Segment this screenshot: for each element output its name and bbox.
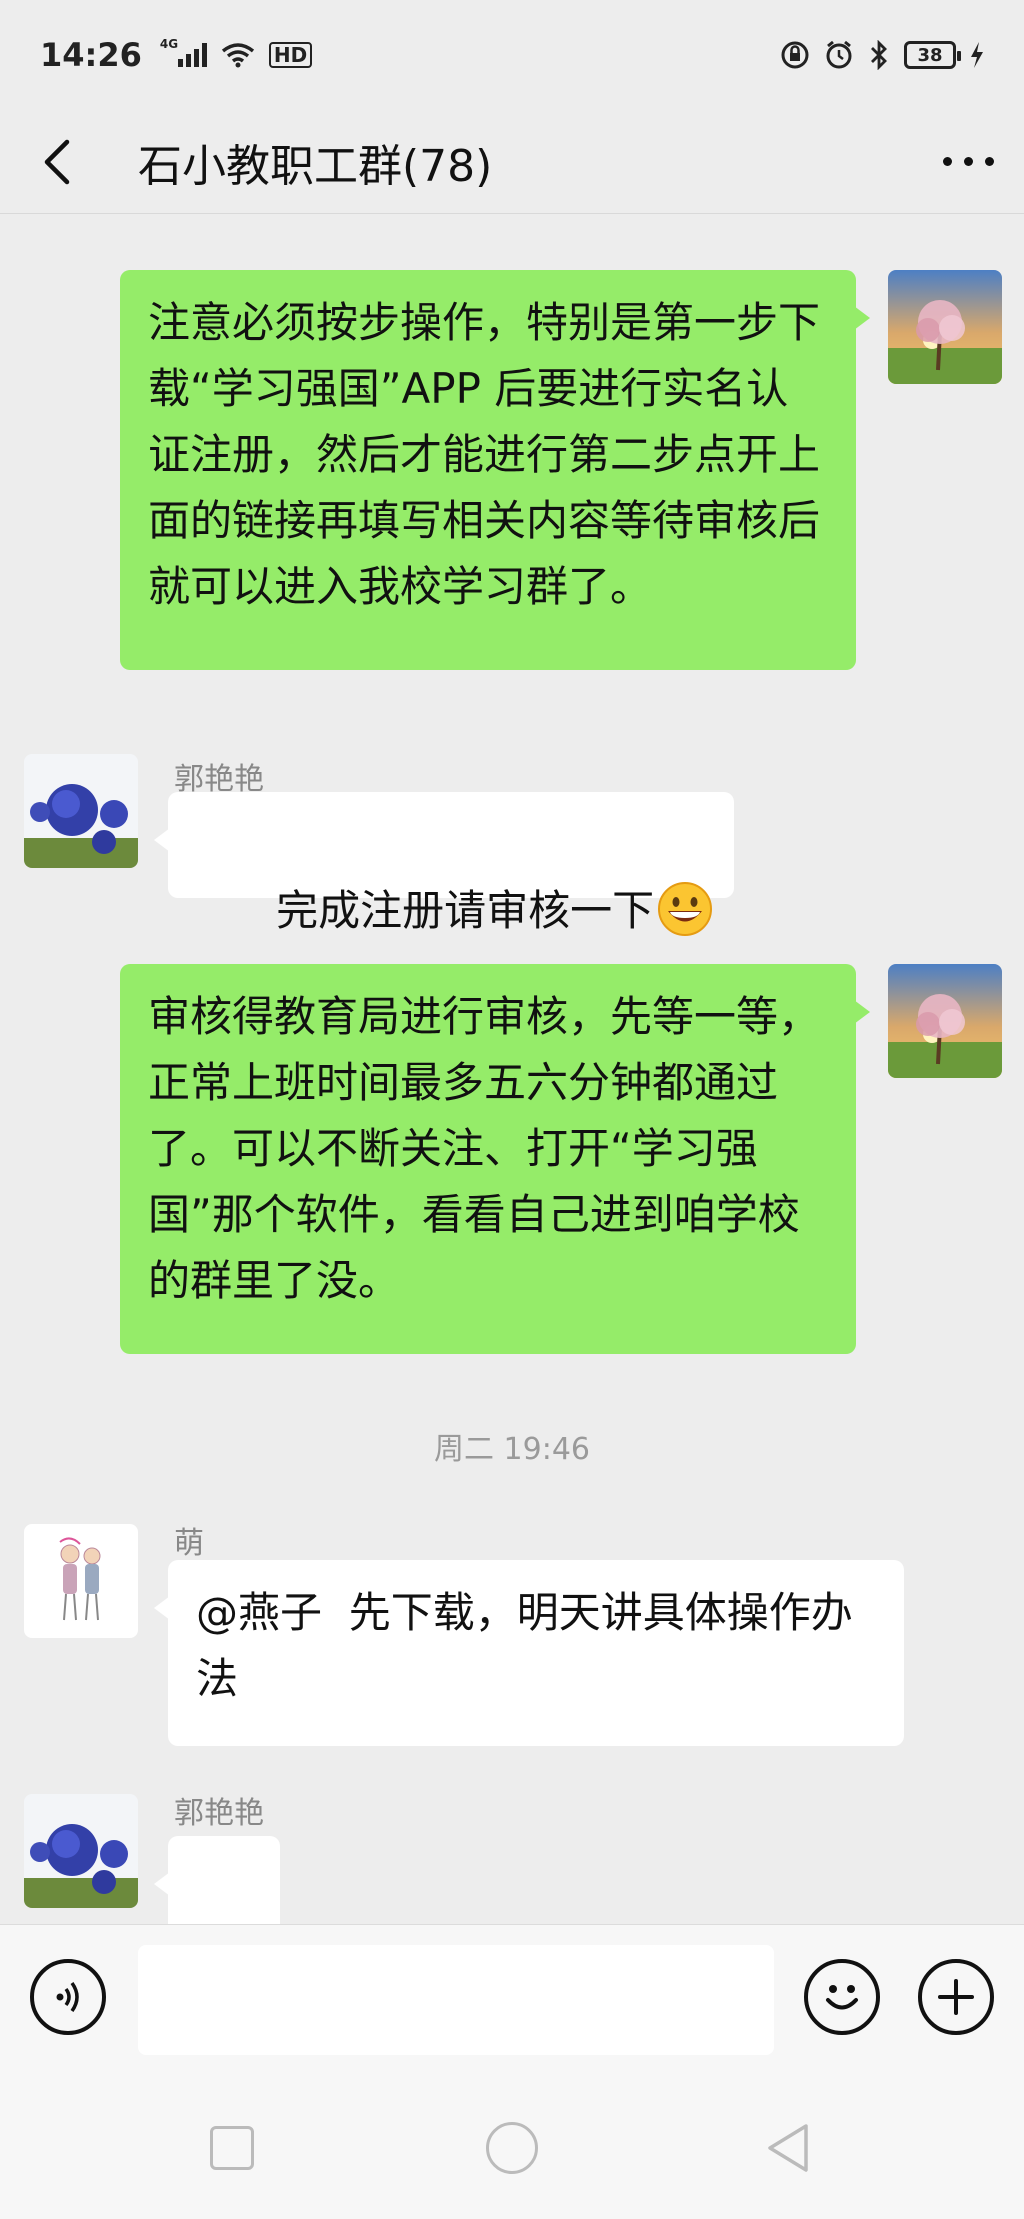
message-outgoing: 注意必须按步操作，特别是第一步下载“学习强国”APP 后要进行实名认证注册，然后… (0, 214, 1024, 734)
message-incoming: 郭艳艳 完成注册请审核一下 (0, 754, 1024, 936)
sender-name: 郭艳艳 (174, 1796, 264, 1831)
message-bubble[interactable] (154, 1836, 280, 1924)
sender-avatar[interactable] (24, 1794, 138, 1908)
more-options-button[interactable] (914, 132, 994, 192)
recent-apps-icon[interactable] (210, 2126, 254, 2170)
message-outgoing: 审核得教育局进行审核，先等一等，正常上班时间最多五六分钟都通过了。可以不断关注、… (0, 954, 1024, 1354)
message-input[interactable] (138, 1945, 774, 2055)
message-incoming: 萌 @燕子 先下载，明天讲具体操作办法 (0, 1524, 1024, 1764)
blue-flower-avatar-image (24, 754, 138, 868)
voice-icon (56, 1981, 79, 2013)
chevron-left-icon (44, 139, 70, 184)
tree-sunset-avatar-image (888, 270, 1002, 384)
grinning-face-emoji (654, 880, 714, 947)
message-bubble[interactable]: 审核得教育局进行审核，先等一等，正常上班时间最多五六分钟都通过了。可以不断关注、… (120, 964, 870, 1354)
tree-sunset-avatar-image (888, 964, 1002, 1078)
chat-header: 石小教职工群(78) (0, 110, 1024, 214)
charging-icon (971, 42, 983, 68)
message-timestamp: 周二 19:46 (434, 1432, 590, 1467)
status-right: 38 (780, 40, 984, 70)
plus-icon (938, 1979, 974, 2015)
cellular-signal-icon: 4G (160, 37, 207, 67)
hd-badge: HD (268, 42, 313, 68)
message-bubble[interactable]: @燕子 先下载，明天讲具体操作办法 (154, 1560, 904, 1746)
system-nav-bar (0, 2074, 1024, 2219)
my-avatar[interactable] (888, 270, 1002, 384)
sender-name: 萌 (174, 1526, 204, 1561)
wifi-icon (221, 43, 254, 68)
signal-label: 4G (159, 37, 179, 51)
alarm-clock-icon (826, 40, 852, 69)
more-dots-icon (943, 157, 994, 166)
smiley-icon (826, 1985, 858, 2010)
cartoon-couple-avatar-image (24, 1524, 138, 1638)
status-left: 14:26 4G HD (40, 36, 313, 74)
battery-level: 38 (917, 44, 943, 66)
battery-icon: 38 (904, 41, 961, 69)
message-incoming: 郭艳艳 (0, 1794, 1024, 1924)
message-text: 完成注册请审核一下 (276, 886, 655, 935)
emoji-button[interactable] (804, 1959, 880, 2035)
message-list[interactable]: 注意必须按步操作，特别是第一步下载“学习强国”APP 后要进行实名认证注册，然后… (0, 214, 1024, 1924)
more-functions-button[interactable] (918, 1959, 994, 2035)
sender-avatar[interactable] (24, 754, 138, 868)
blue-flower-avatar-image (24, 1794, 138, 1908)
home-icon[interactable] (486, 2122, 538, 2174)
message-bubble[interactable]: 注意必须按步操作，特别是第一步下载“学习强国”APP 后要进行实名认证注册，然后… (120, 270, 870, 670)
input-bar (0, 1924, 1024, 2074)
message-bubble[interactable]: 完成注册请审核一下 (153, 792, 735, 936)
back-icon[interactable] (764, 2120, 812, 2176)
voice-button[interactable] (30, 1959, 106, 2035)
alarm-lock-icon (781, 41, 809, 69)
status-time: 14:26 (40, 36, 142, 74)
status-bar: 14:26 4G HD 38 (0, 0, 1024, 110)
bluetooth-icon (871, 40, 887, 70)
chat-title: 石小教职工群(78) (138, 140, 493, 192)
my-avatar[interactable] (888, 964, 1002, 1078)
sender-avatar[interactable] (24, 1524, 138, 1638)
back-button[interactable] (30, 132, 82, 192)
